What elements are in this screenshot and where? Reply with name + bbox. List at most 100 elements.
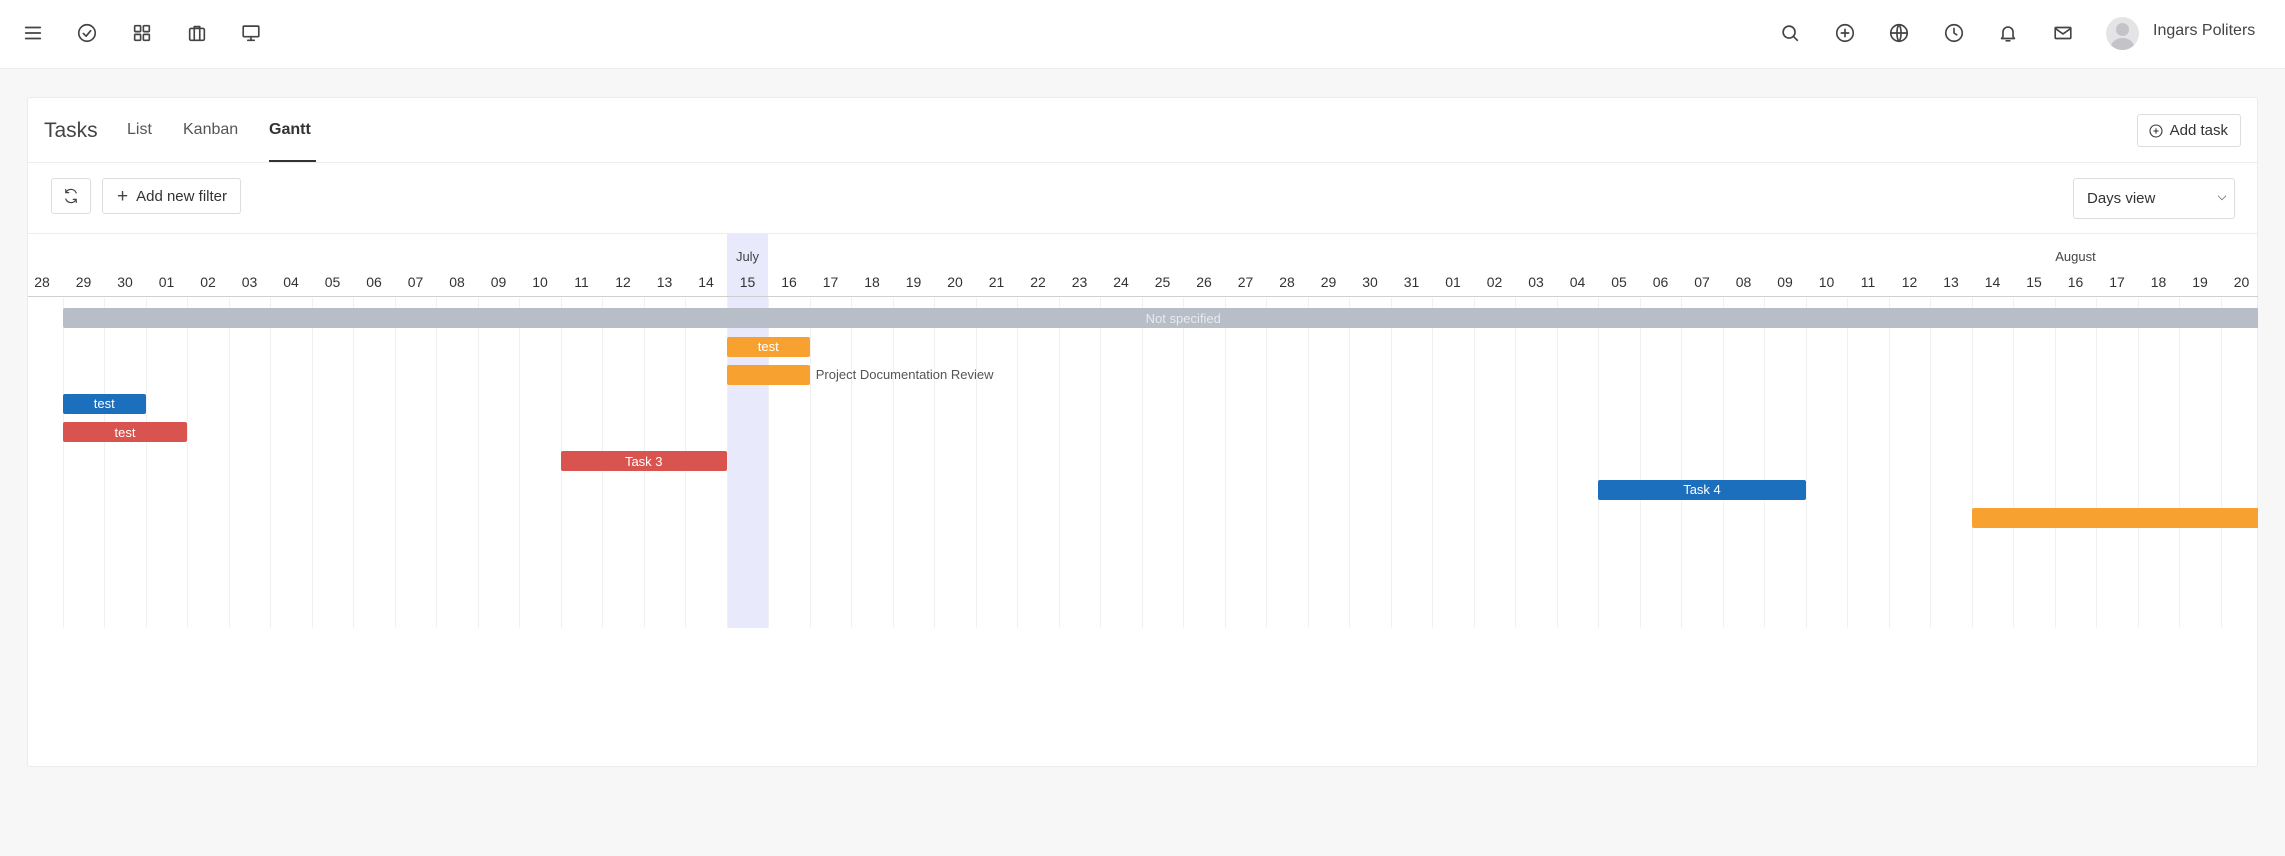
- grid-line: [1971, 298, 1973, 628]
- day-label: 17: [2109, 274, 2125, 290]
- month-label: July: [735, 249, 760, 264]
- month-label: August: [2055, 249, 2096, 264]
- add-task-button[interactable]: Add task: [2136, 114, 2241, 147]
- day-label: 03: [241, 274, 258, 290]
- refresh-icon: [65, 188, 77, 204]
- gantt-task-bar[interactable]: Task 4: [1598, 479, 1806, 500]
- day-label: 08: [1735, 274, 1752, 290]
- bell-icon[interactable]: [1995, 20, 2021, 46]
- grid-line: [436, 298, 438, 628]
- day-label: 10: [532, 274, 548, 290]
- grid-line: [1930, 298, 1932, 628]
- gantt-chart: July August 28 29 30 01 02 03 04 05 06 07 08 09 10 11 12…: [28, 234, 2258, 630]
- menu-icon[interactable]: [20, 20, 46, 46]
- grid-line: [104, 298, 106, 628]
- grid-line: [353, 298, 355, 628]
- grid-line: [2013, 298, 2015, 628]
- day-label: 10: [1818, 274, 1835, 290]
- tasks-card: Tasks List Kanban Gantt Add task + Add n…: [27, 97, 2258, 767]
- view-select[interactable]: Days view: [2073, 178, 2235, 219]
- day-label: 28: [1279, 274, 1295, 290]
- day-label: 02: [1486, 274, 1503, 290]
- day-label: 04: [283, 274, 299, 290]
- plus-icon: +: [117, 185, 129, 207]
- monitor-icon[interactable]: [238, 20, 264, 46]
- tasks-check-icon[interactable]: [74, 20, 100, 46]
- gantt-task-label: test: [757, 339, 779, 355]
- day-label: 16: [2067, 274, 2084, 290]
- grid-line: [934, 298, 936, 628]
- grid-line: [62, 298, 64, 628]
- refresh-button[interactable]: [51, 178, 91, 214]
- day-label: 14: [698, 274, 714, 290]
- gantt-task-label: Task 4: [1683, 482, 1721, 498]
- search-icon[interactable]: [1777, 20, 1803, 46]
- timeline-axis: [28, 296, 2258, 297]
- gantt-task-bar[interactable]: test: [726, 336, 810, 357]
- gantt-task-label: test: [114, 424, 136, 440]
- grid-line: [1390, 298, 1392, 628]
- avatar[interactable]: [2106, 17, 2139, 50]
- gantt-task-bar[interactable]: Task 3: [560, 451, 727, 471]
- card-header: Tasks List Kanban Gantt Add task: [28, 98, 2257, 163]
- user-name[interactable]: Ingars Politers: [2153, 22, 2255, 40]
- mail-icon[interactable]: [2050, 20, 2076, 46]
- tab-list[interactable]: List: [127, 121, 152, 139]
- day-label: 05: [324, 274, 341, 290]
- day-label: 19: [2192, 274, 2208, 290]
- toolbar: + Add new filter Days view: [28, 164, 2257, 234]
- grid-line: [228, 298, 230, 628]
- tab-kanban[interactable]: Kanban: [183, 121, 238, 139]
- grid-line: [311, 298, 313, 628]
- grid-line: [1888, 298, 1890, 628]
- day-label: 12: [615, 274, 631, 290]
- gantt-task-bar[interactable]: Not specified: [62, 308, 2258, 328]
- add-circle-icon: [2149, 123, 2163, 138]
- day-label: 14: [1984, 274, 2001, 290]
- briefcase-icon[interactable]: [184, 20, 210, 46]
- globe-icon[interactable]: [1886, 20, 1912, 46]
- top-navbar: Ingars Politers: [0, 0, 2285, 69]
- day-label: 20: [2233, 274, 2250, 290]
- grid-line: [1183, 298, 1185, 628]
- apps-grid-icon[interactable]: [129, 20, 155, 46]
- day-label: 26: [1196, 274, 1212, 290]
- day-label: 13: [656, 274, 673, 290]
- day-label: 30: [117, 274, 133, 290]
- gantt-task-label[interactable]: Project Documentation Review: [816, 367, 994, 382]
- grid-line: [1515, 298, 1517, 628]
- day-label: 29: [75, 274, 92, 290]
- grid-line: [2096, 298, 2098, 628]
- tab-gantt[interactable]: Gantt: [269, 121, 311, 139]
- day-label: 24: [1113, 274, 1129, 290]
- grid-line: [394, 298, 396, 628]
- gantt-task-bar[interactable]: [1971, 508, 2258, 529]
- gantt-task-bar[interactable]: [726, 365, 810, 386]
- grid-line: [1847, 298, 1849, 628]
- grid-line: [1266, 298, 1268, 628]
- day-label: 12: [1901, 274, 1918, 290]
- day-label: 18: [2150, 274, 2167, 290]
- day-label: 05: [1611, 274, 1627, 290]
- day-label: 23: [1071, 274, 1088, 290]
- grid-line: [975, 298, 977, 628]
- gantt-task-bar[interactable]: test: [62, 422, 188, 443]
- add-filter-button[interactable]: + Add new filter: [102, 178, 241, 214]
- active-tab-indicator: [269, 160, 316, 162]
- grid-line: [519, 298, 521, 628]
- grid-line: [2054, 298, 2056, 628]
- gantt-task-bar[interactable]: test: [62, 393, 146, 414]
- grid-line: [1349, 298, 1351, 628]
- today-highlight: [726, 234, 769, 628]
- add-circle-icon[interactable]: [1832, 20, 1858, 46]
- day-label: 02: [200, 274, 216, 290]
- grid-line: [1100, 298, 1102, 628]
- day-label: 07: [1694, 274, 1710, 290]
- grid-line: [187, 298, 189, 628]
- clock-icon[interactable]: [1941, 20, 1967, 46]
- day-label: 17: [822, 274, 839, 290]
- day-label: 01: [1445, 274, 1461, 290]
- gantt-task-label: test: [93, 396, 115, 412]
- gantt-task-label: Not specified: [1145, 310, 1221, 326]
- day-label: 06: [1652, 274, 1669, 290]
